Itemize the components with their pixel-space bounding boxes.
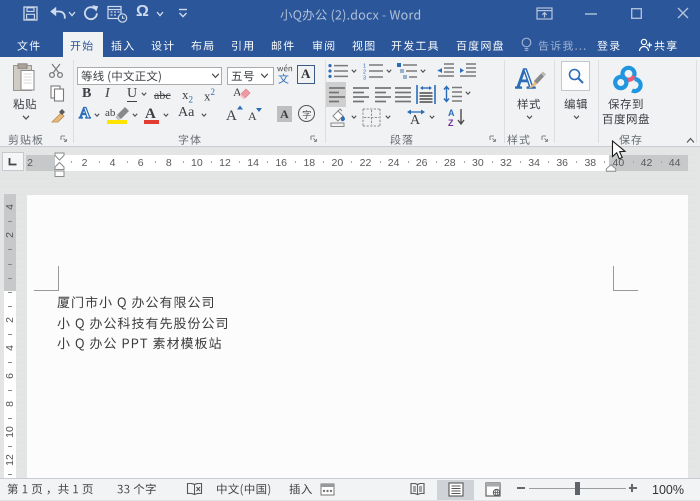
- svg-text:ab: ab: [105, 107, 116, 119]
- svg-text:Z: Z: [448, 118, 454, 127]
- svg-text:A: A: [515, 64, 536, 94]
- svg-text:A: A: [226, 108, 237, 124]
- svg-text:A: A: [233, 85, 242, 99]
- svg-text:A: A: [145, 106, 156, 122]
- svg-text:3: 3: [363, 76, 366, 81]
- svg-text:A: A: [410, 113, 421, 127]
- svg-text:A: A: [448, 108, 455, 118]
- svg-text:A: A: [248, 109, 257, 123]
